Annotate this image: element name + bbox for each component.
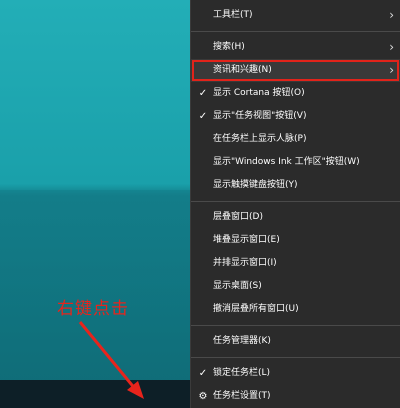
menu-item[interactable]: 撤消层叠所有窗口(U) — [191, 298, 400, 321]
menu-item-label: 任务栏设置(T) — [213, 391, 271, 401]
desktop: 右键点击 工具栏(T) › 搜索(H) › 资讯和兴趣(N) › ✓ 显示 Cortana 按… — [0, 0, 400, 408]
menu-item-label: 工具栏(T) — [213, 10, 253, 20]
menu-item-label: 并排显示窗口(I) — [213, 258, 277, 268]
menu-item-label: 层叠窗口(D) — [213, 212, 263, 222]
menu-item[interactable]: 显示触摸键盘按钮(Y) — [191, 174, 400, 197]
menu-item[interactable]: 资讯和兴趣(N) › — [191, 59, 400, 82]
gear-icon: ⚙ — [198, 391, 208, 402]
menu-item-label: 锁定任务栏(L) — [213, 368, 271, 378]
menu-item-label: 资讯和兴趣(N) — [213, 65, 272, 75]
menu-item[interactable]: 显示"Windows Ink 工作区"按钮(W) — [191, 151, 400, 174]
menu-separator — [191, 325, 400, 326]
menu-item-label: 堆叠显示窗口(E) — [213, 235, 280, 245]
menu-item-label: 撤消层叠所有窗口(U) — [213, 304, 299, 314]
menu-separator — [191, 31, 400, 32]
menu-separator — [191, 357, 400, 358]
menu-item-label: 显示触摸键盘按钮(Y) — [213, 180, 298, 190]
annotation-label: 右键点击 — [57, 299, 129, 319]
checkmark-icon: ✓ — [198, 111, 208, 122]
menu-item[interactable]: 在任务栏上显示人脉(P) — [191, 128, 400, 151]
menu-item[interactable]: 层叠窗口(D) — [191, 206, 400, 229]
menu-item[interactable]: 工具栏(T) › — [191, 4, 400, 27]
wallpaper-shade — [0, 190, 190, 380]
menu-item[interactable]: 并排显示窗口(I) — [191, 252, 400, 275]
taskbar-context-menu: 工具栏(T) › 搜索(H) › 资讯和兴趣(N) › ✓ 显示 Cortana 按钮(O) ✓… — [190, 0, 400, 408]
menu-item-label: 显示桌面(S) — [213, 281, 262, 291]
menu-item[interactable]: 搜索(H) › — [191, 36, 400, 59]
chevron-right-icon: › — [389, 8, 394, 22]
checkmark-icon: ✓ — [198, 368, 208, 379]
menu-item-label: 显示 Cortana 按钮(O) — [213, 88, 305, 98]
menu-item-label: 显示"Windows Ink 工作区"按钮(W) — [213, 157, 360, 167]
menu-item[interactable]: ✓ 显示"任务视图"按钮(V) — [191, 105, 400, 128]
menu-item[interactable]: ✓ 锁定任务栏(L) — [191, 362, 400, 385]
menu-item[interactable]: 堆叠显示窗口(E) — [191, 229, 400, 252]
chevron-right-icon: › — [389, 63, 394, 77]
menu-item-label: 在任务栏上显示人脉(P) — [213, 134, 307, 144]
menu-item[interactable]: 任务管理器(K) — [191, 330, 400, 353]
menu-item-label: 任务管理器(K) — [213, 336, 271, 346]
menu-item-label: 搜索(H) — [213, 42, 245, 52]
menu-item[interactable]: 显示桌面(S) — [191, 275, 400, 298]
menu-item[interactable]: ⚙ 任务栏设置(T) — [191, 385, 400, 408]
checkmark-icon: ✓ — [198, 88, 208, 99]
menu-item-label: 显示"任务视图"按钮(V) — [213, 111, 307, 121]
chevron-right-icon: › — [389, 40, 394, 54]
menu-item[interactable]: ✓ 显示 Cortana 按钮(O) — [191, 82, 400, 105]
menu-separator — [191, 201, 400, 202]
